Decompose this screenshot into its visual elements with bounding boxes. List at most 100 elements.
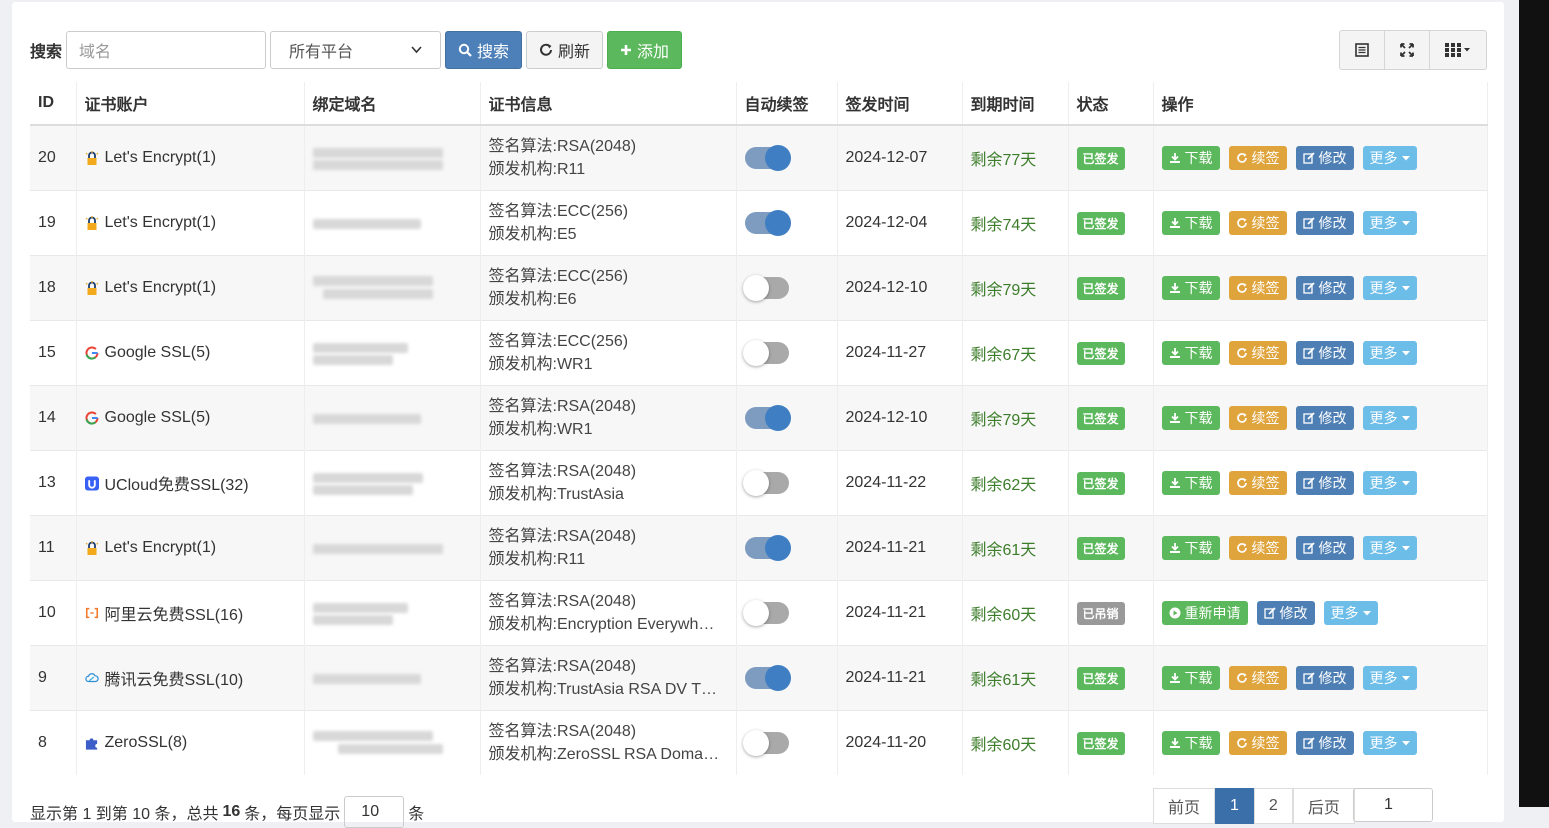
download-icon [1169, 543, 1180, 553]
cell-status: 已签发 [1068, 255, 1154, 321]
more-button[interactable]: 更多 [1362, 406, 1417, 430]
column-header[interactable]: 绑定域名 [304, 82, 481, 126]
renew-icon [1236, 673, 1247, 683]
more-button[interactable]: 更多 [1362, 211, 1417, 235]
download-button[interactable]: 下载 [1161, 731, 1220, 755]
renew-button[interactable]: 续签 [1228, 276, 1287, 300]
cell-domain [304, 450, 481, 516]
more-button[interactable]: 更多 [1362, 146, 1417, 170]
reapply-label: 重新申请 [1184, 605, 1241, 621]
edit-icon [1302, 477, 1315, 489]
column-header[interactable]: 操作 [1153, 82, 1488, 126]
renew-button[interactable]: 续签 [1228, 406, 1287, 430]
download-label: 下载 [1184, 150, 1213, 166]
blurred-domain [312, 664, 443, 692]
edit-button[interactable]: 修改 [1295, 536, 1354, 560]
auto-renew-toggle[interactable] [742, 600, 789, 626]
column-header[interactable]: 签发时间 [837, 82, 963, 126]
edit-button[interactable]: 修改 [1295, 276, 1354, 300]
edit-button[interactable]: 修改 [1295, 211, 1354, 235]
auto-renew-toggle[interactable] [744, 210, 791, 236]
cell-account: Let's Encrypt(1) [76, 124, 305, 191]
more-button[interactable]: 更多 [1362, 666, 1417, 690]
download-button[interactable]: 下载 [1161, 341, 1220, 365]
cell-account: 腾讯云免费SSL(10) [76, 645, 305, 711]
page-size-select[interactable]: 10 [344, 796, 405, 828]
download-button[interactable]: 下载 [1161, 666, 1220, 690]
cell-issued: 2024-11-22 [837, 450, 963, 516]
refresh-button-label: 刷新 [558, 44, 591, 61]
algo-text: 签名算法:ECC(256) [488, 268, 629, 285]
auto-renew-toggle[interactable] [742, 730, 789, 756]
auto-renew-toggle[interactable] [742, 340, 789, 366]
edit-button[interactable]: 修改 [1295, 731, 1354, 755]
card-view-button[interactable] [1340, 31, 1385, 69]
play-circle-icon [1169, 607, 1180, 619]
renew-button[interactable]: 续签 [1228, 536, 1287, 560]
platform-select[interactable]: 所有平台 [270, 31, 442, 69]
more-button[interactable]: 更多 [1362, 471, 1417, 495]
download-button[interactable]: 下载 [1161, 211, 1220, 235]
auto-renew-toggle[interactable] [742, 470, 789, 496]
page-button[interactable]: 后页 [1292, 788, 1355, 824]
domain-search-input[interactable]: 域名 [66, 31, 267, 69]
fullscreen-button[interactable] [1385, 31, 1430, 69]
account-label: Google SSL(5) [85, 344, 296, 362]
edit-button[interactable]: 修改 [1295, 666, 1354, 690]
column-header[interactable]: 自动续签 [736, 82, 838, 126]
download-button[interactable]: 下载 [1161, 406, 1220, 430]
more-button[interactable]: 更多 [1362, 276, 1417, 300]
renew-button[interactable]: 续签 [1228, 146, 1287, 170]
search-button[interactable]: 搜索 [445, 31, 523, 69]
columns-toggle-button[interactable] [1430, 31, 1486, 69]
download-button[interactable]: 下载 [1161, 276, 1220, 300]
edit-icon [1302, 152, 1315, 164]
cell-expire: 剩余74天 [962, 190, 1069, 256]
page-button[interactable]: 2 [1253, 788, 1293, 824]
edit-button[interactable]: 修改 [1295, 471, 1354, 495]
more-label: 更多 [1330, 605, 1359, 621]
column-header[interactable]: 证书账户 [76, 82, 305, 126]
column-header[interactable]: 到期时间 [962, 82, 1069, 126]
toggle-knob [742, 600, 769, 626]
more-button[interactable]: 更多 [1362, 536, 1417, 560]
auto-renew-toggle[interactable] [744, 665, 791, 691]
auto-renew-toggle[interactable] [744, 535, 791, 561]
edit-button[interactable]: 修改 [1295, 406, 1354, 430]
edit-button[interactable]: 修改 [1295, 341, 1354, 365]
renew-button[interactable]: 续签 [1228, 666, 1287, 690]
add-button[interactable]: 添加 [607, 31, 683, 69]
edit-button[interactable]: 修改 [1256, 601, 1315, 625]
status-badge: 已签发 [1076, 731, 1125, 755]
auto-renew-toggle[interactable] [742, 275, 789, 301]
download-button[interactable]: 下载 [1161, 146, 1220, 170]
renew-button[interactable]: 续签 [1228, 341, 1287, 365]
fullscreen-icon [1400, 43, 1414, 57]
cell-account: Google SSL(5) [76, 320, 305, 386]
more-button[interactable]: 更多 [1323, 601, 1378, 625]
renew-button[interactable]: 续签 [1228, 731, 1287, 755]
auto-renew-toggle[interactable] [744, 145, 791, 171]
column-header[interactable]: 证书信息 [480, 82, 737, 126]
column-header[interactable]: ID [30, 82, 77, 126]
download-button[interactable]: 下载 [1161, 536, 1220, 560]
column-header[interactable]: 状态 [1068, 82, 1154, 126]
goto-page-input[interactable]: 1 [1353, 788, 1433, 822]
auto-renew-toggle[interactable] [744, 405, 791, 431]
row-actions: 下载 续签 修改 更多 [1161, 731, 1479, 755]
page-button[interactable]: 前页 [1153, 788, 1216, 824]
page-button[interactable]: 1 [1215, 788, 1254, 824]
search-icon [458, 43, 472, 57]
refresh-button[interactable]: 刷新 [526, 31, 604, 69]
more-button[interactable]: 更多 [1362, 731, 1417, 755]
renew-button[interactable]: 续签 [1228, 211, 1287, 235]
download-button[interactable]: 下载 [1161, 471, 1220, 495]
cell-actions: 下载 续签 修改 更多 [1153, 645, 1488, 711]
more-button[interactable]: 更多 [1362, 341, 1417, 365]
algo-text: 签名算法:RSA(2048) [488, 593, 637, 610]
summary-mid: 条，每页显示 [244, 806, 341, 823]
renew-button[interactable]: 续签 [1228, 471, 1287, 495]
reapply-button[interactable]: 重新申请 [1161, 601, 1248, 625]
cell-domain [304, 645, 481, 711]
edit-button[interactable]: 修改 [1295, 146, 1354, 170]
